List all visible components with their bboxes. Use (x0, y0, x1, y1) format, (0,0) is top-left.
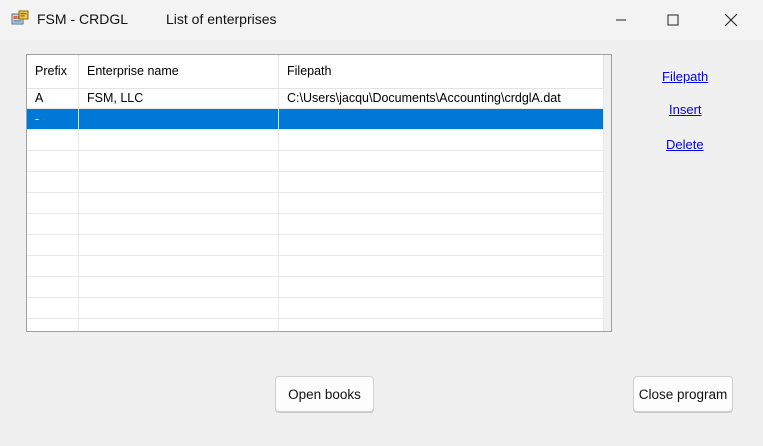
empty-cell (79, 277, 279, 298)
grid-header: Prefix Enterprise name Filepath (27, 55, 604, 89)
empty-grid-row (27, 214, 604, 235)
empty-cell (279, 172, 604, 193)
cell-filepath[interactable]: C:\Users\jacqu\Documents\Accounting\crdg… (279, 88, 604, 109)
cell-prefix[interactable]: A (27, 88, 79, 109)
minimize-icon (616, 19, 626, 21)
empty-grid-row (27, 277, 604, 298)
cell-prefix[interactable]: - (27, 109, 79, 130)
empty-cell (27, 277, 79, 298)
window-title: FSM - CRDGL (37, 11, 128, 27)
empty-cell (79, 319, 279, 331)
close-icon (724, 13, 738, 27)
enterprises-grid[interactable]: Prefix Enterprise name Filepath A FSM, L… (26, 54, 612, 332)
empty-cell (279, 277, 604, 298)
empty-cell (279, 214, 604, 235)
empty-grid-row (27, 193, 604, 214)
empty-cell (279, 256, 604, 277)
empty-cell (27, 235, 79, 256)
empty-cell (279, 130, 604, 151)
empty-cell (27, 256, 79, 277)
empty-grid-row (27, 235, 604, 256)
empty-cell (279, 235, 604, 256)
empty-cell (27, 130, 79, 151)
empty-cell (27, 151, 79, 172)
table-row-selected[interactable]: - (27, 109, 604, 130)
window-subtitle: List of enterprises (166, 11, 277, 27)
maximize-icon (667, 14, 679, 26)
empty-grid-row (27, 151, 604, 172)
empty-grid-row (27, 319, 604, 331)
column-header-prefix[interactable]: Prefix (27, 55, 79, 88)
column-header-filepath[interactable]: Filepath (279, 55, 604, 88)
empty-cell (279, 298, 604, 319)
empty-cell (27, 319, 79, 331)
empty-grid-row (27, 298, 604, 319)
empty-cell (79, 130, 279, 151)
column-header-enterprise-name[interactable]: Enterprise name (79, 55, 279, 88)
empty-cell (79, 298, 279, 319)
filepath-link[interactable]: Filepath (662, 69, 708, 84)
table-row[interactable]: A FSM, LLC C:\Users\jacqu\Documents\Acco… (27, 88, 604, 109)
open-books-button[interactable]: Open books (275, 376, 374, 412)
empty-cell (279, 193, 604, 214)
empty-grid-row (27, 130, 604, 151)
empty-cell (279, 151, 604, 172)
empty-cell (79, 214, 279, 235)
cell-enterprise-name[interactable] (79, 109, 279, 130)
cell-enterprise-name[interactable]: FSM, LLC (79, 88, 279, 109)
empty-cell (279, 319, 604, 331)
empty-cell (79, 235, 279, 256)
empty-cell (79, 151, 279, 172)
close-button[interactable] (706, 0, 756, 40)
delete-link[interactable]: Delete (666, 137, 704, 152)
empty-cell (27, 214, 79, 235)
empty-cell (27, 193, 79, 214)
grid-scroll-area (604, 55, 611, 331)
minimize-button[interactable] (596, 0, 646, 40)
app-icon (11, 10, 29, 25)
cell-filepath[interactable] (279, 109, 604, 130)
insert-link[interactable]: Insert (669, 102, 702, 117)
empty-cell (79, 193, 279, 214)
empty-grid-row (27, 256, 604, 277)
close-program-button[interactable]: Close program (633, 376, 733, 412)
title-bar: FSM - CRDGL List of enterprises (0, 0, 763, 40)
empty-cell (79, 172, 279, 193)
maximize-button[interactable] (648, 0, 698, 40)
empty-cell (79, 256, 279, 277)
empty-cell (27, 298, 79, 319)
empty-grid-row (27, 172, 604, 193)
empty-cell (27, 172, 79, 193)
